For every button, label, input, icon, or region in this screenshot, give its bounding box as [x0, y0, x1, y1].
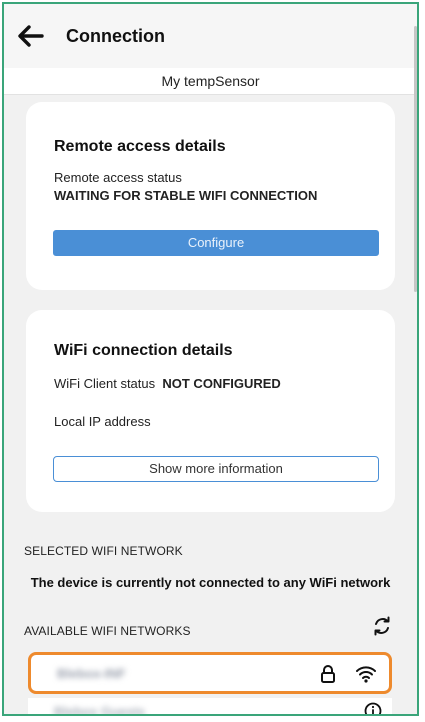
configure-button[interactable]: Configure	[53, 230, 379, 256]
wifi-client-status-label: WiFi Client status	[54, 376, 156, 391]
wifi-network-name: Blebox Guests	[54, 704, 146, 716]
remote-access-card: Remote access details Remote access stat…	[26, 102, 395, 290]
wifi-network-item[interactable]: Blebox-INF	[28, 652, 392, 694]
info-icon	[364, 702, 382, 714]
remote-access-heading: Remote access details	[54, 138, 226, 155]
app-bar: Connection	[4, 4, 417, 68]
arrow-left-icon	[18, 25, 44, 47]
wifi-connection-card: WiFi connection details WiFi Client stat…	[26, 310, 395, 512]
back-button[interactable]	[18, 23, 44, 49]
local-ip-label: Local IP address	[54, 414, 151, 429]
remote-access-status-value: WAITING FOR STABLE WIFI CONNECTION	[54, 188, 318, 203]
wifi-network-item[interactable]: Blebox Guests	[28, 698, 392, 716]
available-networks-section-label: AVAILABLE WIFI NETWORKS	[24, 624, 191, 638]
wifi-client-status: WiFi Client status NOT CONFIGURED	[54, 376, 281, 391]
not-connected-message: The device is currently not connected to…	[30, 575, 391, 590]
refresh-icon	[374, 616, 390, 636]
remote-access-status-label: Remote access status	[54, 170, 182, 185]
app-screen: Connection My tempSensor Remote access d…	[2, 2, 419, 716]
selected-network-section-label: SELECTED WIFI NETWORK	[24, 544, 183, 558]
device-name-banner: My tempSensor	[4, 68, 417, 95]
scrollbar[interactable]	[414, 26, 417, 292]
refresh-button[interactable]	[371, 615, 393, 637]
show-more-information-button[interactable]: Show more information	[53, 456, 379, 482]
page-title: Connection	[66, 25, 165, 46]
wifi-network-name: Blebox-INF	[57, 666, 126, 681]
wifi-connection-heading: WiFi connection details	[54, 342, 233, 359]
wifi-signal-icon	[356, 666, 376, 683]
wifi-client-status-value: NOT CONFIGURED	[162, 376, 281, 391]
lock-icon	[321, 665, 335, 683]
